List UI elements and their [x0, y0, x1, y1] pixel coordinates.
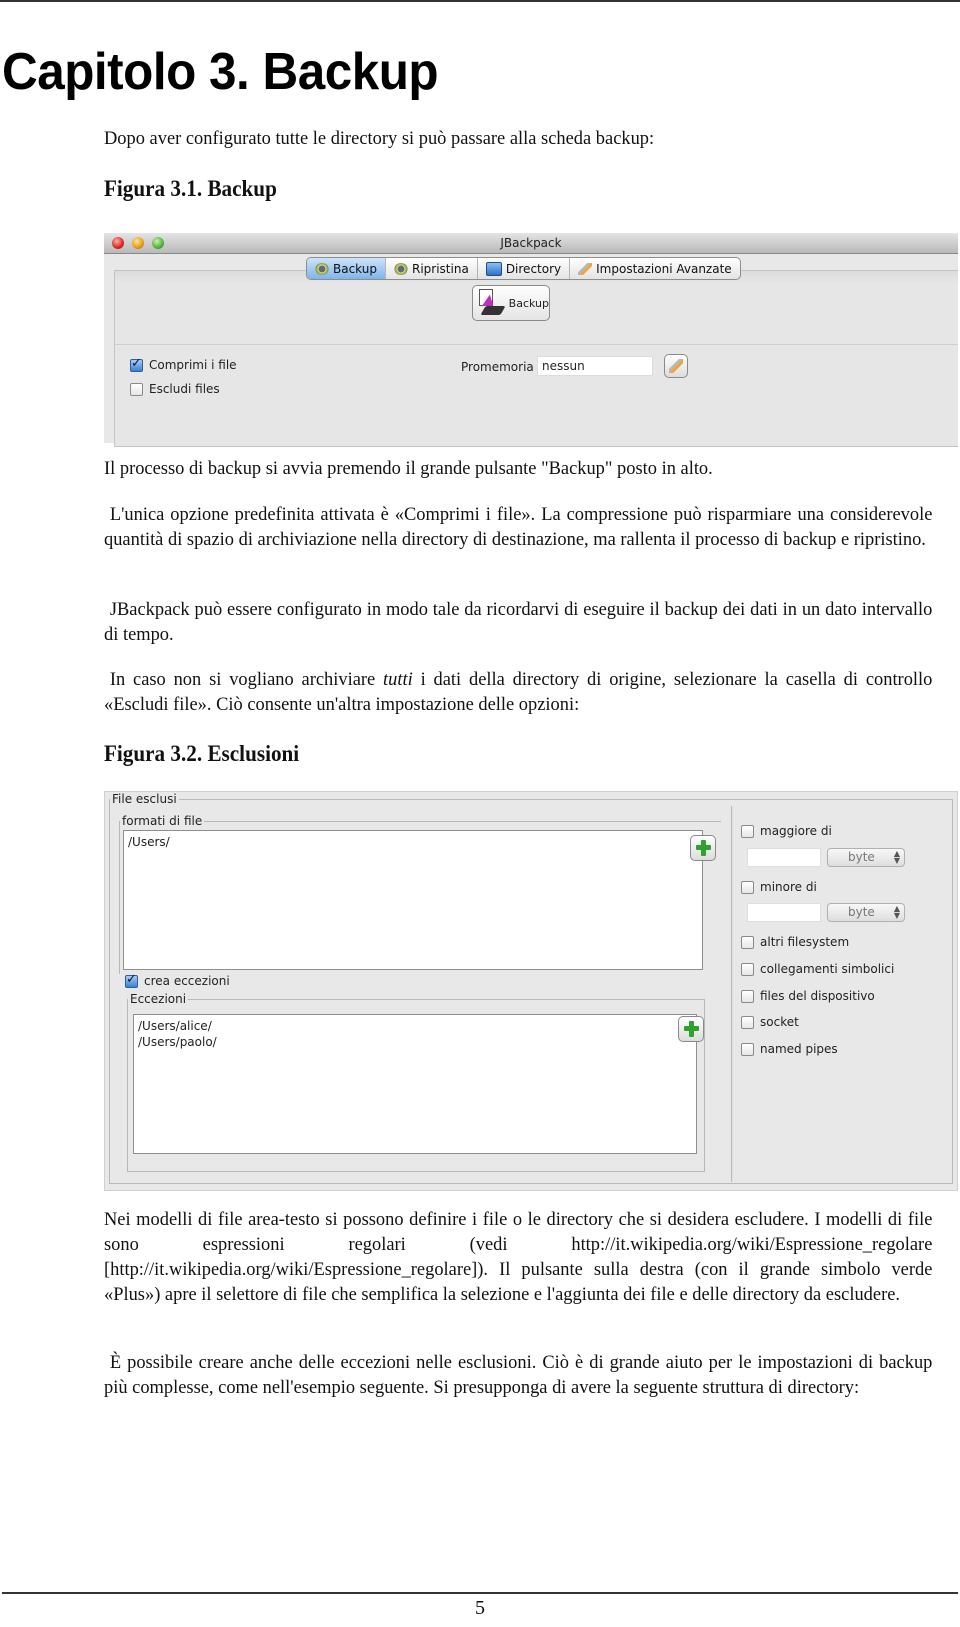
reminder-field[interactable]: nessun — [537, 356, 653, 376]
symbolic-links-checkbox[interactable]: collegamenti simbolici — [741, 962, 894, 976]
paragraph: In caso non si vogliano archiviare tutti… — [104, 667, 932, 717]
checkbox-checked-icon[interactable] — [125, 972, 138, 988]
footer-rule — [2, 1592, 958, 1594]
checkbox-unchecked-icon[interactable] — [741, 935, 754, 949]
named-pipes-checkbox[interactable]: named pipes — [741, 1042, 838, 1056]
jbackpack-window: JBackpack Backup Ripristina Directory Im… — [104, 233, 958, 447]
tab-backup[interactable]: Backup — [307, 258, 386, 279]
top-rule — [0, 0, 960, 2]
create-exceptions-checkbox[interactable]: crea eccezioni — [125, 972, 230, 988]
tab-label: Impostazioni Avanzate — [596, 261, 732, 276]
tab-label: Backup — [333, 261, 377, 276]
folder-icon — [485, 261, 502, 276]
add-pattern-button[interactable] — [690, 835, 716, 861]
device-files-checkbox[interactable]: files del dispositivo — [741, 989, 875, 1003]
greater-than-checkbox[interactable]: maggiore di — [741, 824, 832, 838]
exclusions-panel: File esclusi formati di file /Users/ cre… — [104, 791, 958, 1191]
chapter-title: Capitolo 3. Backup — [2, 43, 439, 101]
tab-directory[interactable]: Directory — [478, 258, 571, 279]
checkbox-label: files del dispositivo — [760, 989, 875, 1003]
checkbox-unchecked-icon[interactable] — [130, 382, 143, 396]
backup-gear-icon — [315, 262, 329, 275]
checkbox-label: crea eccezioni — [144, 974, 230, 988]
less-than-size-field[interactable] — [747, 903, 821, 922]
checkbox-label: Comprimi i file — [149, 358, 237, 372]
split-divider[interactable] — [731, 806, 733, 1182]
wrench-icon — [578, 262, 593, 275]
paragraph: L'unica opzione predefinita attivata è «… — [104, 504, 933, 550]
checkbox-label: collegamenti simbolici — [760, 962, 895, 976]
emphasis: tutti — [383, 669, 413, 690]
reminder-label: Promemoria — [461, 360, 534, 374]
checkbox-label: named pipes — [760, 1042, 838, 1056]
less-than-unit-select[interactable]: byte ▲ ▼ — [827, 903, 905, 922]
checkbox-unchecked-icon[interactable] — [741, 989, 754, 1003]
other-filesystems-checkbox[interactable]: altri filesystem — [741, 935, 849, 949]
page-number: 5 — [475, 1597, 485, 1619]
restore-gear-icon — [394, 262, 408, 275]
compress-files-checkbox[interactable]: Comprimi i file — [130, 356, 237, 372]
tab-ripristina[interactable]: Ripristina — [386, 258, 478, 279]
greater-than-unit-select[interactable]: byte ▲ ▼ — [827, 848, 905, 867]
checkbox-label: socket — [760, 1015, 799, 1029]
stepper-arrows-icon: ▲ ▼ — [893, 849, 900, 865]
backup-button-label: Backup — [508, 296, 549, 310]
stepper-arrows-icon: ▲ ▼ — [893, 904, 900, 920]
add-exception-button[interactable] — [678, 1016, 704, 1042]
group-title: formati di file — [122, 814, 203, 828]
group-title: File esclusi — [112, 792, 177, 806]
socket-checkbox[interactable]: socket — [741, 1015, 799, 1029]
less-than-checkbox[interactable]: minore di — [741, 880, 817, 894]
checkbox-checked-icon[interactable] — [130, 356, 143, 372]
backup-button[interactable]: Backup — [472, 285, 550, 321]
window-titlebar: JBackpack — [104, 233, 958, 254]
paragraph: È possibile creare anche delle eccezioni… — [104, 1352, 933, 1398]
figure-1-caption: Figura 3.1. Backup — [104, 176, 277, 201]
figure-2-caption: Figura 3.2. Esclusioni — [104, 741, 300, 766]
intro-paragraph: Dopo aver configurato tutte le directory… — [104, 128, 655, 149]
reminder-settings-button[interactable] — [664, 354, 688, 378]
backup-disk-icon — [477, 288, 506, 318]
checkbox-label: altri filesystem — [760, 935, 850, 949]
checkbox-label: minore di — [760, 880, 817, 894]
wrench-icon — [669, 359, 683, 373]
paragraph: Nei modelli di file area-testo si posson… — [104, 1209, 933, 1305]
unit-label: byte — [848, 850, 875, 864]
tab-label: Ripristina — [412, 261, 469, 276]
paragraph: Il processo di backup si avvia premendo … — [104, 458, 713, 479]
checkbox-unchecked-icon[interactable] — [741, 880, 754, 894]
window-title: JBackpack — [500, 236, 562, 250]
tab-impostazioni-avanzate[interactable]: Impostazioni Avanzate — [570, 258, 740, 279]
tab-label: Directory — [505, 261, 562, 276]
text-run: In caso non si vogliano archiviare — [109, 669, 384, 690]
checkbox-unchecked-icon[interactable] — [741, 962, 754, 976]
file-patterns-textarea[interactable]: /Users/ — [123, 830, 703, 970]
checkbox-label: maggiore di — [760, 824, 832, 838]
checkbox-unchecked-icon[interactable] — [741, 824, 754, 838]
checkbox-label: Escludi files — [149, 382, 220, 396]
separator — [114, 344, 958, 345]
exceptions-textarea[interactable]: /Users/alice/ /Users/paolo/ — [133, 1014, 697, 1154]
group-title: Eccezioni — [130, 992, 187, 1006]
exclude-files-checkbox[interactable]: Escludi files — [130, 382, 220, 396]
checkbox-unchecked-icon[interactable] — [741, 1042, 754, 1056]
unit-label: byte — [848, 905, 875, 919]
tab-bar: Backup Ripristina Directory Impostazioni… — [306, 257, 741, 280]
checkbox-unchecked-icon[interactable] — [741, 1015, 754, 1029]
greater-than-size-field[interactable] — [747, 848, 821, 867]
paragraph: JBackpack può essere configurato in modo… — [104, 599, 933, 645]
